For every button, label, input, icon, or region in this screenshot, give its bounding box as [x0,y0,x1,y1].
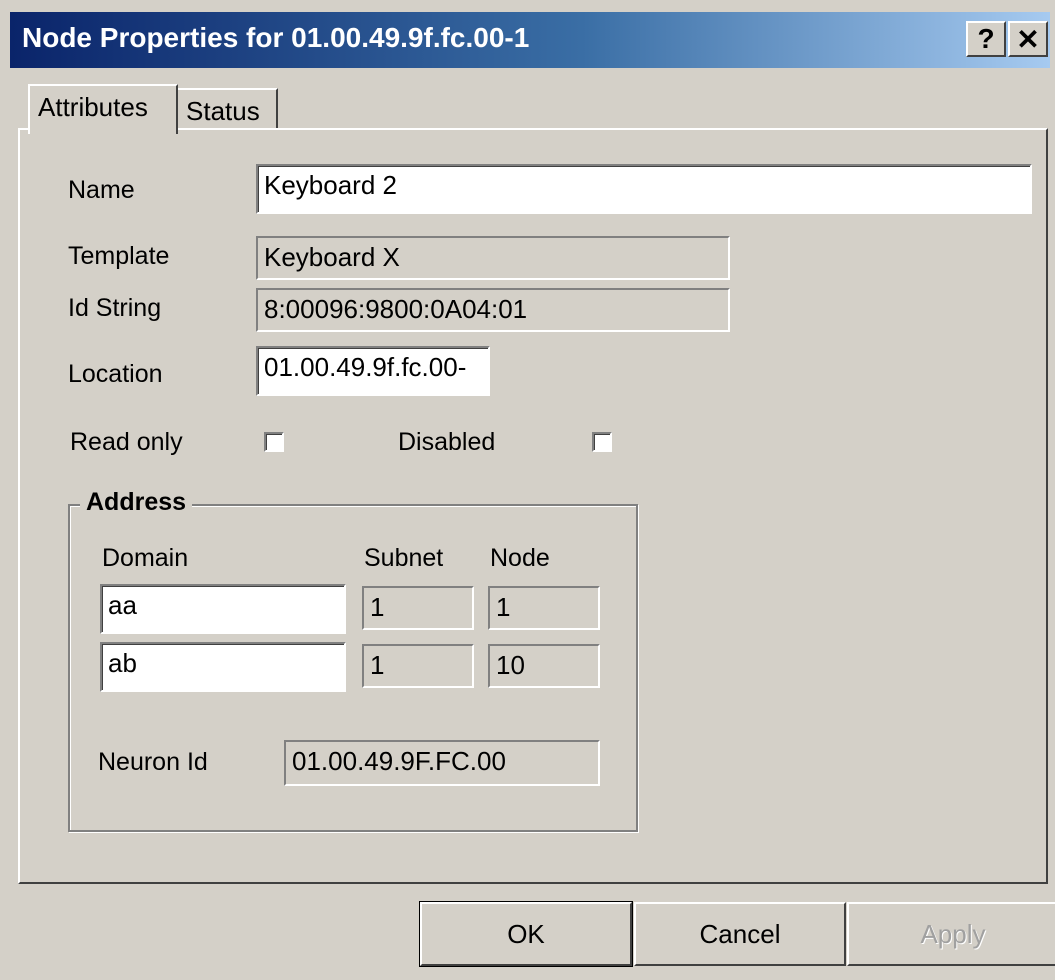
ok-button[interactable]: OK [420,902,632,966]
neuron-id-value: 01.00.49.9F.FC.00 [284,740,600,786]
idstring-label: Id String [68,294,162,322]
tab-attributes[interactable]: Attributes [28,84,178,134]
readonly-label: Read only [70,428,183,456]
title-bar[interactable]: Node Properties for 01.00.49.9f.fc.00-1 … [10,12,1050,68]
node-value-2: 10 [488,644,600,688]
idstring-value: 8:00096:9800:0A04:01 [256,288,730,332]
node-value-1: 1 [488,586,600,630]
subnet-header: Subnet [364,544,444,572]
address-group-title: Address [80,488,193,517]
domain-header: Domain [102,544,189,572]
disabled-checkbox[interactable] [592,432,612,452]
node-header: Node [490,544,550,572]
template-value: Keyboard X [256,236,730,280]
neuron-id-label: Neuron Id [98,748,208,776]
name-label: Name [68,176,135,204]
template-label: Template [68,242,170,270]
domain-field-2[interactable]: ab [100,642,346,692]
domain-field-1[interactable]: aa [100,584,346,634]
close-icon[interactable]: ✕ [1008,21,1048,57]
window-title: Node Properties for 01.00.49.9f.fc.00-1 [22,22,530,53]
location-label: Location [68,360,163,388]
location-field[interactable]: 01.00.49.9f.fc.00- [256,346,490,396]
node-properties-dialog: Node Properties for 01.00.49.9f.fc.00-1 … [0,0,1055,980]
apply-button[interactable]: Apply [847,902,1055,966]
readonly-checkbox[interactable] [264,432,284,452]
disabled-label: Disabled [398,428,496,456]
help-icon[interactable]: ? [966,21,1006,57]
name-field[interactable]: Keyboard 2 [256,164,1032,214]
subnet-value-2: 1 [362,644,474,688]
tab-status[interactable]: Status [178,88,278,130]
cancel-button[interactable]: Cancel [634,902,846,966]
subnet-value-1: 1 [362,586,474,630]
